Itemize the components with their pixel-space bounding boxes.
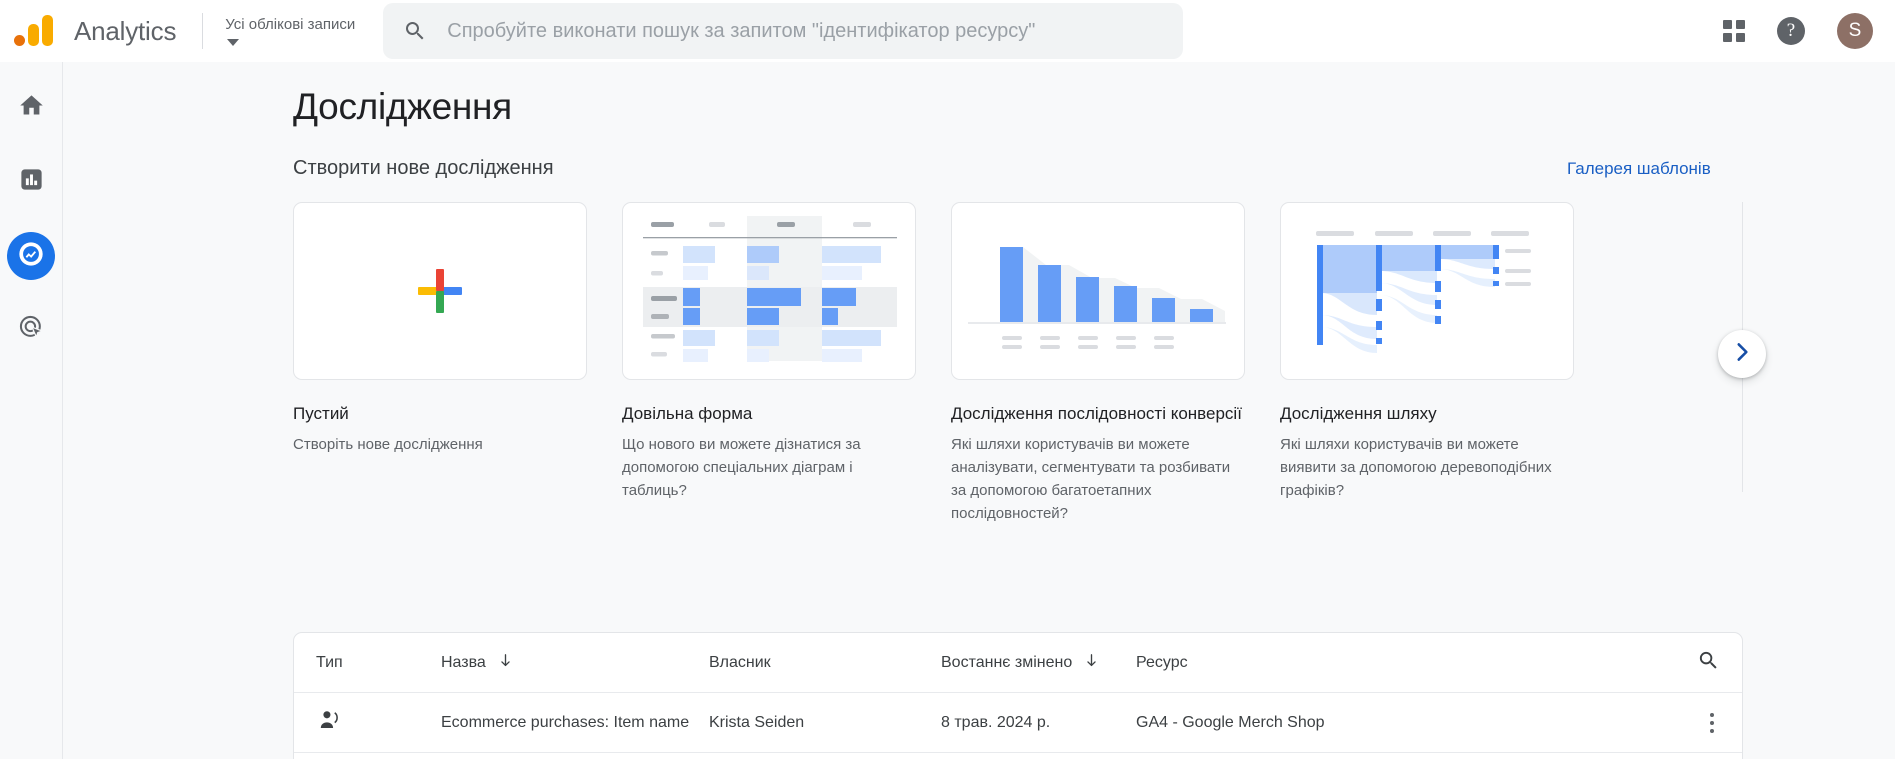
template-card-blank[interactable]: Пустий Створіть нове дослідження (293, 202, 587, 482)
row-type-icon-cell (316, 708, 441, 738)
chevron-right-icon (1729, 339, 1755, 370)
top-app-bar: Analytics Усі облікові записи ? S (0, 0, 1895, 62)
search-input[interactable] (447, 19, 1164, 43)
explorations-table: Тип Назва Власник Востаннє змінено Ресур… (293, 632, 1743, 759)
more-vertical-icon[interactable] (1704, 707, 1720, 739)
template-card-funnel[interactable]: Дослідження послідовності конверсії Які … (951, 202, 1245, 522)
left-nav-rail (0, 62, 63, 759)
explore-icon (17, 240, 45, 273)
table-row[interactable]: Ecommerce purchases: Item name Krista Se… (294, 693, 1742, 753)
column-header-modified[interactable]: Востаннє змінено (941, 652, 1136, 674)
template-thumb-blank (293, 202, 587, 380)
person-explore-icon (316, 710, 341, 737)
template-card-desc: Які шляхи користувачів ви можете аналізу… (951, 436, 1231, 522)
search-icon (1697, 649, 1720, 677)
column-header-type[interactable]: Тип (316, 654, 441, 672)
column-header-property[interactable]: Ресурс (1136, 654, 1664, 672)
sidebar-item-advertising[interactable] (7, 306, 55, 354)
global-search[interactable] (383, 3, 1184, 59)
arrow-down-icon (1083, 652, 1100, 674)
sidebar-item-explore[interactable] (7, 232, 55, 280)
template-card-path[interactable]: Дослідження шляху Які шляхи користувачів… (1280, 202, 1574, 499)
template-thumb-free-form (622, 202, 916, 380)
template-carousel: Пустий Створіть нове дослідження Довільн… (293, 202, 1895, 522)
page-title: Дослідження (293, 86, 512, 127)
column-header-name-label: Назва (441, 653, 486, 671)
plus-icon (418, 269, 462, 313)
column-header-name[interactable]: Назва (441, 652, 709, 674)
row-owner: Krista Seiden (709, 713, 805, 731)
template-card-title: Дослідження шляху (1280, 404, 1437, 423)
account-selector-label: Усі облікові записи (225, 16, 356, 33)
template-card-title: Дослідження послідовності конверсії (951, 404, 1242, 423)
carousel-next-button[interactable] (1718, 330, 1766, 378)
path-sankey-graphic (1316, 231, 1531, 353)
arrow-down-icon (497, 652, 514, 674)
template-card-desc: Що нового ви можете дізнатися за допомог… (622, 436, 861, 499)
table-search-button[interactable] (1664, 649, 1720, 677)
funnel-bar-chart-graphic (968, 247, 1226, 349)
divider (202, 13, 204, 49)
template-card-desc: Створіть нове дослідження (293, 436, 483, 453)
row-modified: 8 трав. 2024 р. (941, 713, 1051, 731)
advertising-target-icon (18, 314, 45, 346)
google-analytics-logo[interactable] (14, 15, 56, 46)
bar-chart-icon (18, 166, 45, 198)
top-bar-actions: ? S (1723, 0, 1873, 62)
sidebar-item-home[interactable] (7, 84, 55, 132)
template-card-desc: Які шляхи користувачів ви можете виявити… (1280, 436, 1552, 499)
template-thumb-path (1280, 202, 1574, 380)
table-row[interactable]: Predict top spenders - GA4 Training Clau… (294, 753, 1742, 759)
column-header-modified-label: Востаннє змінено (941, 653, 1073, 671)
table-header-row: Тип Назва Власник Востаннє змінено Ресур… (294, 633, 1742, 693)
section-label: Створити нове дослідження (293, 157, 554, 179)
row-name[interactable]: Ecommerce purchases: Item name (441, 714, 709, 732)
row-property: GA4 - Google Merch Shop (1136, 713, 1325, 731)
template-thumb-funnel (951, 202, 1245, 380)
column-header-owner[interactable]: Власник (709, 654, 941, 672)
search-icon (403, 19, 427, 43)
avatar[interactable]: S (1837, 13, 1873, 49)
template-gallery-link[interactable]: Галерея шаблонів (1567, 159, 1711, 179)
free-form-table-graphic (643, 216, 897, 362)
account-selector[interactable]: Усі облікові записи (225, 16, 365, 46)
template-card-title: Довільна форма (622, 404, 753, 423)
brand-title: Analytics (74, 15, 177, 46)
chevron-down-icon (227, 39, 240, 46)
help-icon[interactable]: ? (1777, 17, 1805, 45)
home-icon (18, 92, 45, 124)
template-card-title: Пустий (293, 404, 349, 423)
template-card-free-form[interactable]: Довільна форма Що нового ви можете дізна… (622, 202, 916, 499)
main-content: Дослідження Створити нове дослідження Га… (63, 62, 1895, 759)
sidebar-item-reports[interactable] (7, 158, 55, 206)
apps-grid-icon[interactable] (1723, 20, 1745, 42)
